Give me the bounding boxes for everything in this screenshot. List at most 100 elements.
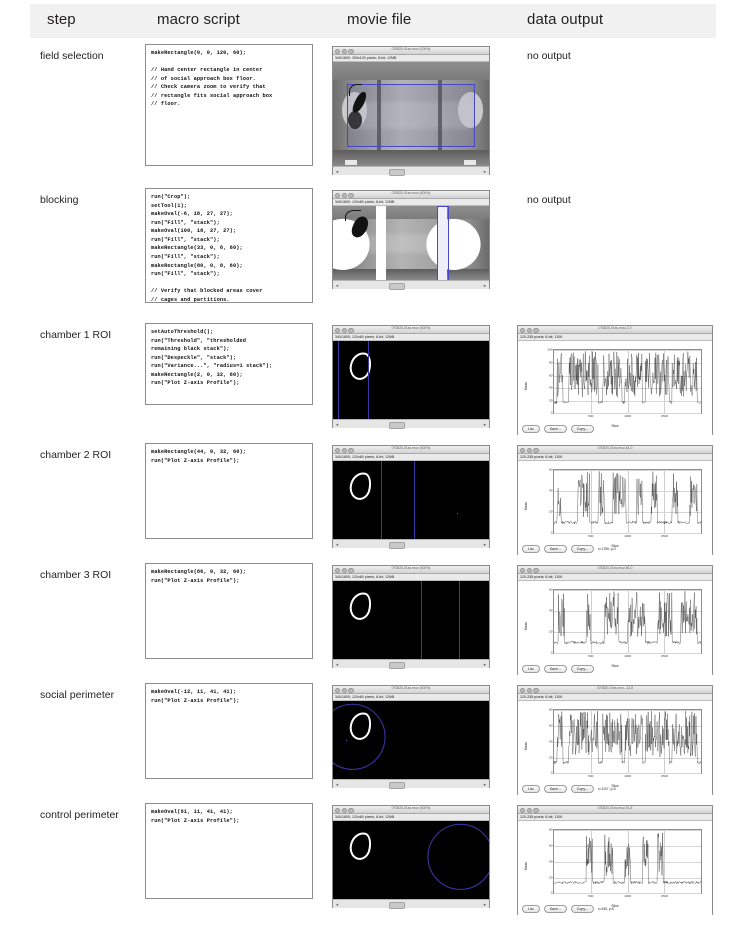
- window-titlebar[interactable]: 070820-01ss.mov (100%): [333, 47, 489, 55]
- movie-window[interactable]: 070820-01ss.mov (400%) 340/1800; 120x60 p…: [332, 805, 490, 909]
- copy-button[interactable]: Copy...: [570, 664, 594, 673]
- scroll-left-arrow[interactable]: ◄: [335, 541, 339, 548]
- macro-script-box[interactable]: makeOval(-12, 11, 41, 41); run("Plot Z-a…: [145, 683, 313, 779]
- movie-scrollbar[interactable]: ◄ ►: [333, 659, 489, 669]
- copy-button[interactable]: Copy...: [570, 424, 594, 433]
- plot-window-titlebar[interactable]: 070820-01ss.mov-86-0: [518, 566, 712, 574]
- scroll-right-arrow[interactable]: ►: [483, 168, 487, 175]
- plot-window[interactable]: 070820-01ss.mov-91-8 120-255 pixels; 8-bi…: [517, 805, 713, 915]
- roi-boundary-line-1[interactable]: [338, 341, 340, 419]
- macro-script-box[interactable]: makeRectangle(86, 0, 32, 60); run("Plot …: [145, 563, 313, 659]
- window-titlebar[interactable]: 070820-01ss.mov (400%): [333, 686, 489, 694]
- plot-window-titlebar[interactable]: 070820-01ss.mov-44-0: [518, 446, 712, 454]
- plot-window[interactable]: 070820-01ss.mov--12-8 120-255 pixels; 8-b…: [517, 685, 713, 795]
- movie-canvas[interactable]: [333, 62, 489, 166]
- roi-rectangle[interactable]: [437, 206, 450, 280]
- copy-button[interactable]: Copy...: [570, 544, 594, 553]
- save-button[interactable]: Save...: [543, 904, 567, 913]
- movie-scrollbar[interactable]: ◄ ►: [333, 899, 489, 909]
- scroll-left-arrow[interactable]: ◄: [335, 282, 339, 289]
- window-titlebar[interactable]: 070820-01ss.mov (400%): [333, 806, 489, 814]
- scroll-right-arrow[interactable]: ►: [483, 282, 487, 289]
- movie-scrollbar[interactable]: ◄ ►: [333, 166, 489, 176]
- window-titlebar[interactable]: 070820-01ss.mov (400%): [333, 446, 489, 454]
- movie-canvas[interactable]: [333, 341, 489, 419]
- plot-window-titlebar[interactable]: 070820-01ss.mov-2-0: [518, 326, 712, 334]
- mouse-outline: [347, 469, 375, 503]
- roi-boundary-line-2[interactable]: [459, 581, 461, 659]
- scroll-right-arrow[interactable]: ►: [483, 541, 487, 548]
- x-tick-label: 1500: [661, 413, 668, 418]
- macro-script-box[interactable]: run("Crop"); setTool(1); makeOval(-6, 18…: [145, 188, 313, 303]
- movie-scrollbar[interactable]: ◄ ►: [333, 280, 489, 290]
- copy-button[interactable]: Copy...: [570, 904, 594, 913]
- list-button[interactable]: List: [522, 544, 540, 553]
- list-button[interactable]: List: [522, 664, 540, 673]
- plot-window[interactable]: 070820-01ss.mov-2-0 120-255 pixels; 8-bit…: [517, 325, 713, 435]
- scroll-left-arrow[interactable]: ◄: [335, 781, 339, 788]
- roi-boundary-line-1[interactable]: [421, 581, 423, 659]
- scrollbar-thumb[interactable]: [389, 781, 406, 789]
- roi-boundary-line-1[interactable]: [381, 461, 383, 539]
- movie-info-line: 340/1800; 120x60 pixels; 8-bit; 12MB: [333, 199, 489, 206]
- scroll-left-arrow[interactable]: ◄: [335, 421, 339, 428]
- list-button[interactable]: List: [522, 424, 540, 433]
- save-button[interactable]: Save...: [543, 424, 567, 433]
- plot-window[interactable]: 070820-01ss.mov-44-0 120-255 pixels; 8-bi…: [517, 445, 713, 555]
- movie-canvas[interactable]: [333, 581, 489, 659]
- save-button[interactable]: Save...: [543, 544, 567, 553]
- plot-window-titlebar[interactable]: 070820-01ss.mov-91-8: [518, 806, 712, 814]
- scroll-left-arrow[interactable]: ◄: [335, 661, 339, 668]
- macro-script-box[interactable]: makeRectangle(0, 0, 120, 60); // Hand ce…: [145, 44, 313, 166]
- window-titlebar[interactable]: 070820-01ss.mov (400%): [333, 326, 489, 334]
- table-header: step macro script movie file data output: [30, 4, 716, 38]
- save-button[interactable]: Save...: [543, 664, 567, 673]
- scroll-right-arrow[interactable]: ►: [483, 781, 487, 788]
- scrollbar-thumb[interactable]: [389, 168, 406, 176]
- list-button[interactable]: List: [522, 904, 540, 913]
- x-tick-label: 500: [588, 653, 594, 658]
- oval-roi[interactable]: [333, 703, 386, 771]
- movie-scrollbar[interactable]: ◄ ►: [333, 539, 489, 549]
- plot-window-titlebar[interactable]: 070820-01ss.mov--12-8: [518, 686, 712, 694]
- movie-window[interactable]: 070820-01ss.mov (400%) 340/1800; 120x60 p…: [332, 445, 490, 549]
- oval-roi[interactable]: [427, 823, 489, 891]
- macro-script-text: makeRectangle(86, 0, 32, 60); run("Plot …: [151, 569, 247, 584]
- movie-window[interactable]: 070820-01ss.mov (100%) 340/1800; 305x120 …: [332, 46, 490, 176]
- scrollbar-thumb[interactable]: [389, 901, 406, 909]
- y-tick-label: 40: [548, 859, 553, 864]
- window-titlebar[interactable]: 070820-01ss.mov (400%): [333, 566, 489, 574]
- movie-canvas[interactable]: [333, 821, 489, 899]
- movie-window[interactable]: 070820-01ss.mov (400%) 340/1800; 120x60 p…: [332, 325, 490, 429]
- movie-canvas[interactable]: [333, 206, 489, 280]
- movie-scrollbar[interactable]: ◄ ►: [333, 419, 489, 429]
- roi-boundary-line-2[interactable]: [413, 461, 415, 539]
- movie-canvas[interactable]: [333, 701, 489, 779]
- movie-scrollbar[interactable]: ◄ ►: [333, 779, 489, 789]
- plot-button-row: List Save... Copy... x=1785, y=2: [522, 544, 616, 553]
- macro-script-box[interactable]: makeOval(91, 11, 41, 41); run("Plot Z-ax…: [145, 803, 313, 899]
- copy-button[interactable]: Copy...: [570, 784, 594, 793]
- list-button[interactable]: List: [522, 784, 540, 793]
- scroll-right-arrow[interactable]: ►: [483, 661, 487, 668]
- plot-window[interactable]: 070820-01ss.mov-86-0 120-255 pixels; 8-bi…: [517, 565, 713, 675]
- thresholded-frame: [333, 821, 489, 899]
- scroll-right-arrow[interactable]: ►: [483, 901, 487, 908]
- y-tick-label: 0: [550, 410, 553, 415]
- movie-window[interactable]: 070820-01ss.mov (400%) 340/1800; 120x60 p…: [332, 565, 490, 669]
- scroll-right-arrow[interactable]: ►: [483, 421, 487, 428]
- scroll-left-arrow[interactable]: ◄: [335, 168, 339, 175]
- scrollbar-thumb[interactable]: [389, 421, 406, 429]
- save-button[interactable]: Save...: [543, 784, 567, 793]
- window-titlebar[interactable]: 070820-01ss.mov (400%): [333, 191, 489, 199]
- movie-canvas[interactable]: [333, 461, 489, 539]
- macro-script-box[interactable]: setAutoThreshold(); run("Threshold", "th…: [145, 323, 313, 405]
- scroll-left-arrow[interactable]: ◄: [335, 901, 339, 908]
- movie-window[interactable]: 070820-01ss.mov (400%) 340/1800; 120x60 p…: [332, 685, 490, 789]
- movie-window[interactable]: 070820-01ss.mov (400%) 340/1800; 120x60 p…: [332, 190, 490, 290]
- roi-boundary-line-2[interactable]: [368, 341, 370, 419]
- scrollbar-thumb[interactable]: [389, 661, 406, 669]
- macro-script-box[interactable]: makeRectangle(44, 0, 32, 60); run("Plot …: [145, 443, 313, 539]
- scrollbar-thumb[interactable]: [389, 282, 406, 290]
- scrollbar-thumb[interactable]: [389, 541, 406, 549]
